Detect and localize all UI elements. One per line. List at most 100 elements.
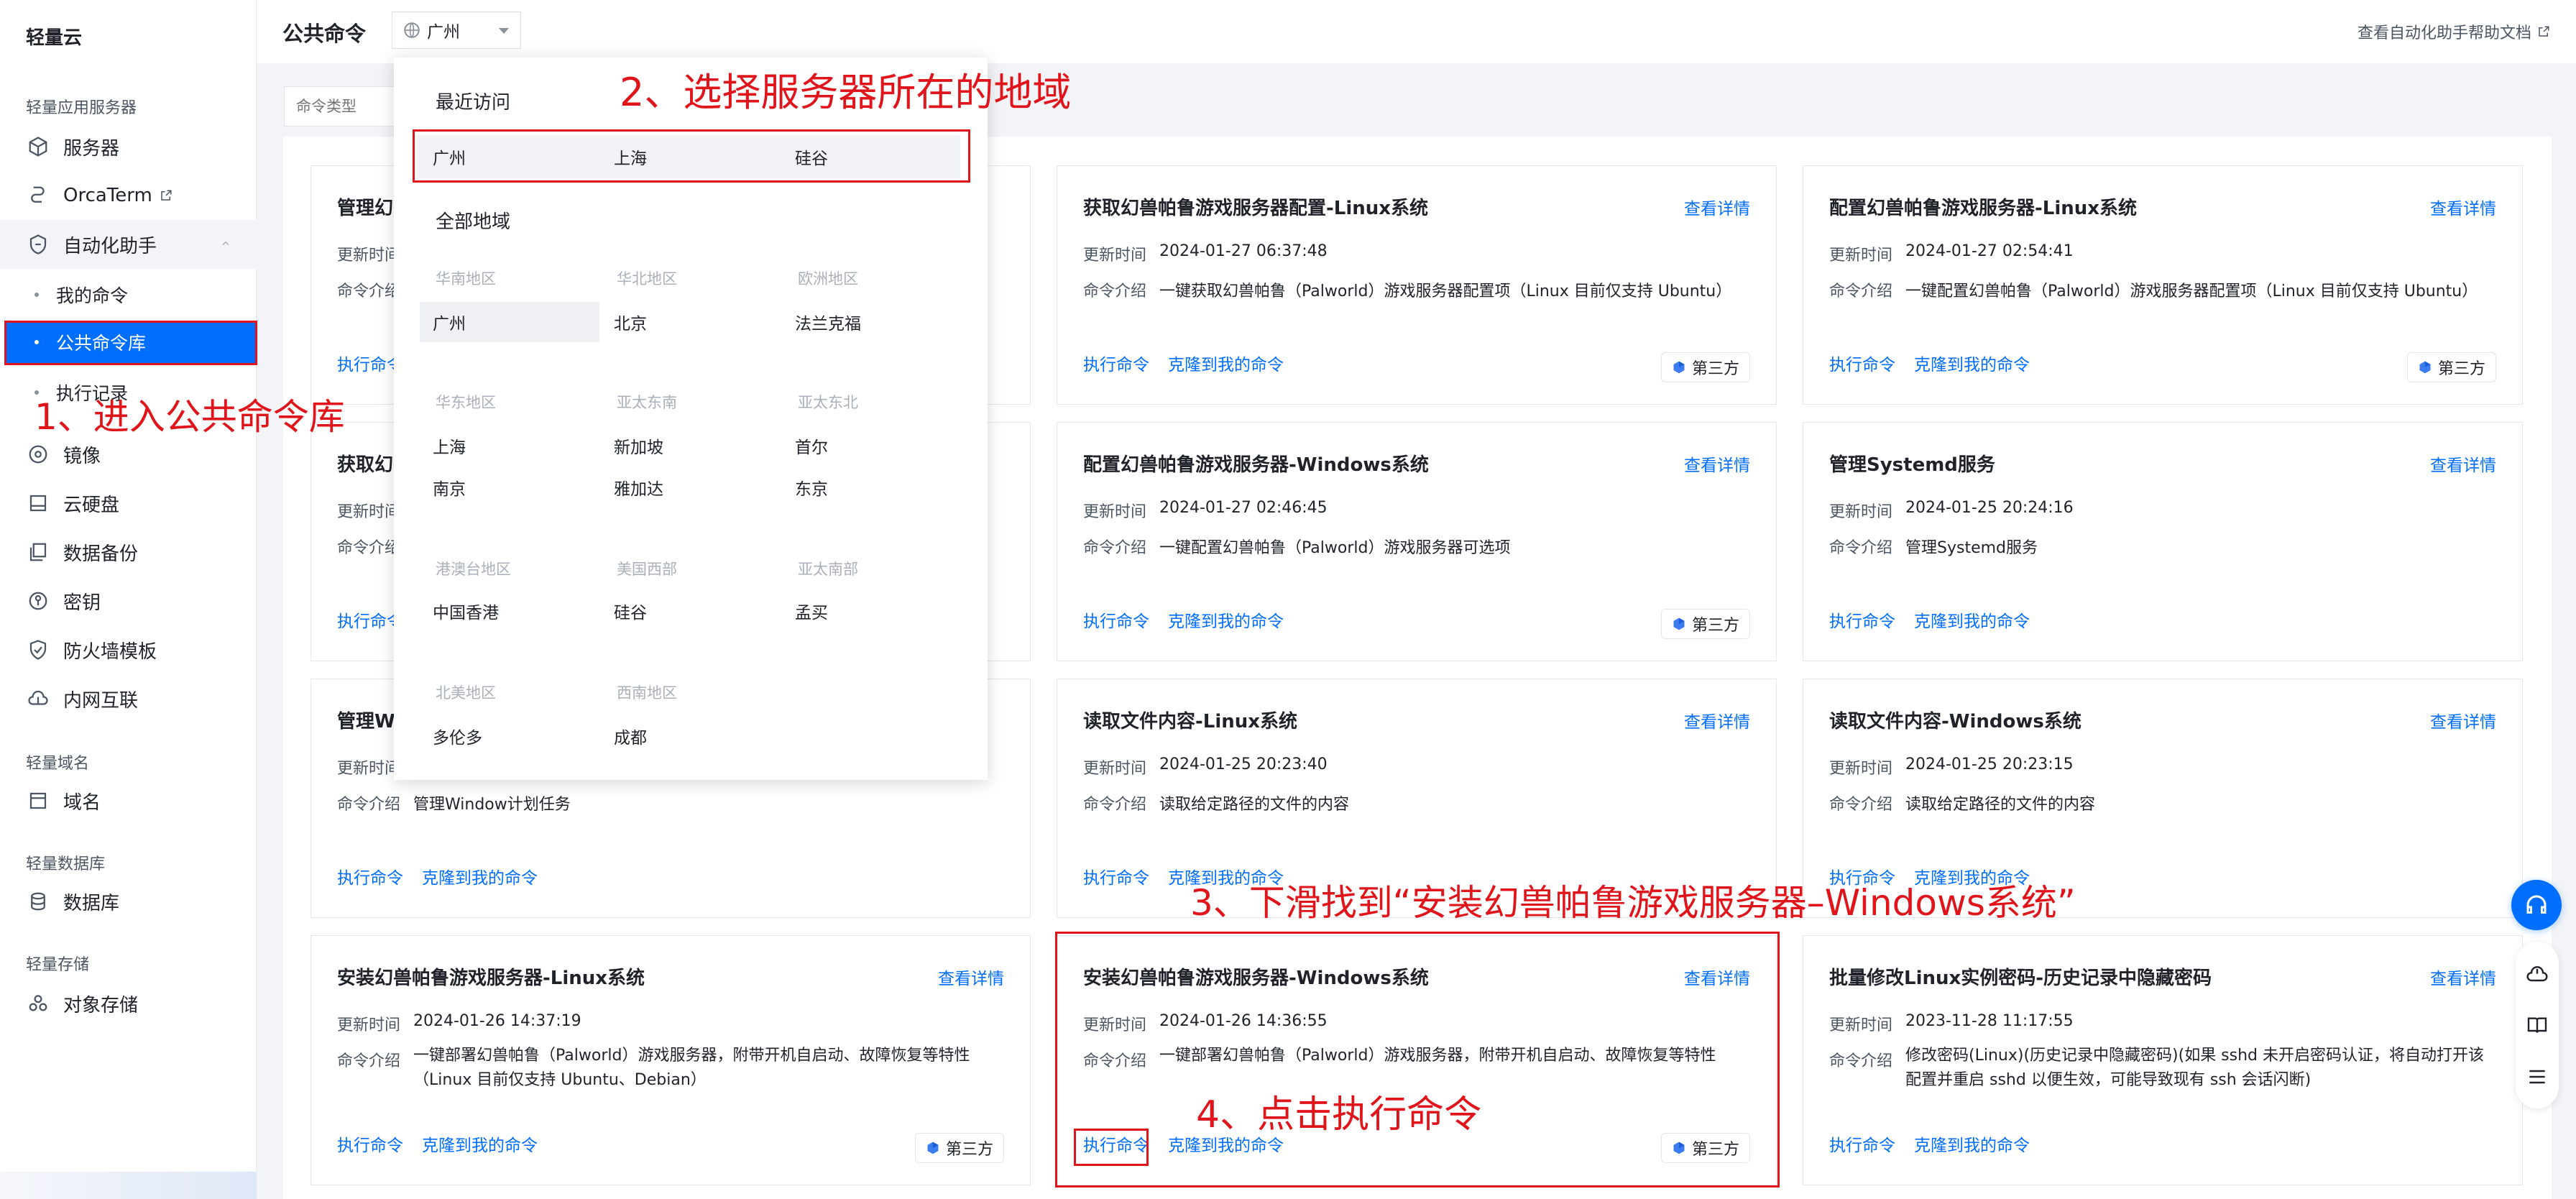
area-label: 亚太东南 (617, 394, 677, 411)
badge-label: 第三方 (945, 1141, 993, 1159)
clone-command-link[interactable]: 克隆到我的命令 (1914, 351, 2030, 375)
card-actions: 执行命令 克隆到我的命令 (337, 1131, 556, 1156)
sidebar-item-firewall[interactable]: 防火墙模板 (0, 625, 257, 674)
region-option[interactable]: 东京 (782, 467, 962, 507)
view-detail-link[interactable]: 查看详情 (1684, 195, 1750, 219)
region-option[interactable]: 新加坡 (601, 426, 781, 466)
region-selector[interactable]: 广州 (392, 12, 521, 49)
sidebar: 轻量云 轻量应用服务器 服务器 OrcaTerm 自动化助手 我的命令 公共命令… (0, 0, 257, 1199)
sidebar-item-automation[interactable]: 自动化助手 (0, 220, 257, 269)
annotation-box-recent-regions (413, 129, 970, 183)
intro-label: 命令介绍 (337, 539, 401, 557)
region-option[interactable]: 北京 (601, 302, 781, 342)
view-detail-link[interactable]: 查看详情 (2430, 965, 2496, 989)
updated-label: 更新时间 (1829, 503, 1893, 521)
area-label: 华南地区 (436, 270, 496, 288)
backup-icon (27, 541, 49, 563)
intro-label: 命令介绍 (1083, 796, 1147, 814)
run-command-link[interactable]: 执行命令 (337, 1131, 403, 1156)
card-actions: 执行命令 克隆到我的命令 (1829, 351, 2048, 375)
third-party-badge: 第三方 (1660, 352, 1750, 382)
region-option[interactable]: 首尔 (782, 426, 962, 466)
hexagon-icon (927, 1141, 939, 1154)
clone-command-link[interactable]: 克隆到我的命令 (422, 864, 538, 888)
region-option[interactable]: 南京 (420, 467, 599, 507)
terminal-icon (27, 185, 49, 206)
clone-command-link[interactable]: 克隆到我的命令 (1168, 607, 1284, 632)
area-label: 西南地区 (617, 684, 677, 702)
run-command-link[interactable]: 执行命令 (1829, 607, 1895, 632)
sidebar-item-object-storage[interactable]: 对象存储 (0, 979, 257, 1028)
sidebar-item-label: 数据备份 (63, 543, 139, 565)
card-actions: 执行命令 克隆到我的命令 (1083, 607, 1302, 632)
sidebar-item-keys[interactable]: 密钥 (0, 576, 257, 625)
updated-label: 更新时间 (337, 503, 401, 521)
card-title: 读取文件内容-Linux系统 (1083, 711, 1298, 732)
updated-label: 更新时间 (1083, 760, 1147, 778)
run-command-link[interactable]: 执行命令 (1829, 351, 1895, 375)
view-detail-link[interactable]: 查看详情 (938, 965, 1004, 989)
promo-banner (0, 1172, 257, 1199)
support-button[interactable] (2511, 880, 2562, 930)
region-option[interactable]: 上海 (420, 426, 599, 466)
run-command-link[interactable]: 执行命令 (337, 864, 403, 888)
hexagon-icon (1673, 617, 1685, 630)
group-title-domain: 轻量域名 (26, 755, 90, 773)
region-option[interactable]: 雅加达 (601, 467, 781, 507)
run-command-link[interactable]: 执行命令 (1083, 864, 1149, 888)
badge-label: 第三方 (1691, 617, 1739, 635)
view-detail-link[interactable]: 查看详情 (1684, 708, 1750, 732)
region-option[interactable]: 法兰克福 (782, 302, 962, 342)
sidebar-item-intranet[interactable]: 内网互联 (0, 674, 257, 723)
bullet-icon (34, 293, 39, 297)
intro-value: 读取给定路径的文件的内容 (1905, 796, 2096, 814)
region-option[interactable]: 成都 (601, 716, 781, 756)
view-detail-link[interactable]: 查看详情 (2430, 708, 2496, 732)
globe-icon (404, 22, 420, 38)
sidebar-item-cloud-disk[interactable]: 云硬盘 (0, 479, 257, 528)
sidebar-item-orcaterm[interactable]: OrcaTerm (0, 171, 257, 220)
area-label: 美国西部 (617, 561, 677, 578)
card-title: 批量修改Linux实例密码-历史记录中隐藏密码 (1829, 968, 2212, 989)
network-icon (27, 688, 49, 709)
updated-label: 更新时间 (1829, 1016, 1893, 1034)
card-title: 读取文件内容-Windows系统 (1829, 711, 2082, 732)
list-icon[interactable] (2526, 1065, 2549, 1088)
region-option[interactable]: 中国香港 (420, 591, 599, 631)
card-title: 获取幻 (337, 454, 394, 476)
view-detail-link[interactable]: 查看详情 (1684, 451, 1750, 476)
header: 公共命令 广州 查看自动化助手帮助文档 (257, 0, 2576, 63)
card-title: 获取幻兽帕鲁游戏服务器配置-Linux系统 (1083, 198, 1429, 219)
sidebar-item-servers[interactable]: 服务器 (0, 122, 257, 171)
help-doc-link[interactable]: 查看自动化助手帮助文档 (2358, 20, 2550, 43)
region-option[interactable]: 孟买 (782, 591, 962, 631)
region-option[interactable]: 硅谷 (601, 591, 781, 631)
region-option[interactable]: 多伦多 (420, 716, 599, 756)
updated-label: 更新时间 (1829, 760, 1893, 778)
intro-value: 读取给定路径的文件的内容 (1159, 796, 1350, 814)
sidebar-item-backup[interactable]: 数据备份 (0, 528, 257, 576)
sidebar-item-domain[interactable]: 域名 (0, 776, 257, 825)
annotation-box-windows-card (1055, 932, 1780, 1187)
area-label: 亚太东北 (798, 394, 858, 411)
cloud-refresh-icon[interactable] (2526, 963, 2549, 986)
book-icon[interactable] (2526, 1014, 2549, 1037)
clone-command-link[interactable]: 克隆到我的命令 (1168, 351, 1284, 375)
run-command-link[interactable]: 执行命令 (1083, 351, 1149, 375)
command-card: 安装幻兽帕鲁游戏服务器-Linux系统 查看详情 更新时间 2024-01-26… (310, 935, 1031, 1185)
clone-command-link[interactable]: 克隆到我的命令 (1914, 1131, 2030, 1156)
clone-command-link[interactable]: 克隆到我的命令 (1914, 607, 2030, 632)
sidebar-item-database[interactable]: 数据库 (0, 877, 257, 926)
region-option-guangzhou[interactable]: 广州 (420, 302, 599, 342)
updated-label: 更新时间 (1083, 503, 1147, 521)
sidebar-subitem-my-commands[interactable]: 我的命令 (0, 273, 257, 316)
command-card: 管理Systemd服务 查看详情 更新时间 2024-01-25 20:24:1… (1803, 422, 2523, 661)
sidebar-item-label: 域名 (63, 791, 101, 814)
view-detail-link[interactable]: 查看详情 (2430, 451, 2496, 476)
run-command-link[interactable]: 执行命令 (1829, 1131, 1895, 1156)
group-title-storage: 轻量存储 (26, 956, 90, 974)
run-command-link[interactable]: 执行命令 (1083, 607, 1149, 632)
view-detail-link[interactable]: 查看详情 (2430, 195, 2496, 219)
intro-label: 命令介绍 (1083, 282, 1147, 300)
clone-command-link[interactable]: 克隆到我的命令 (422, 1131, 538, 1156)
